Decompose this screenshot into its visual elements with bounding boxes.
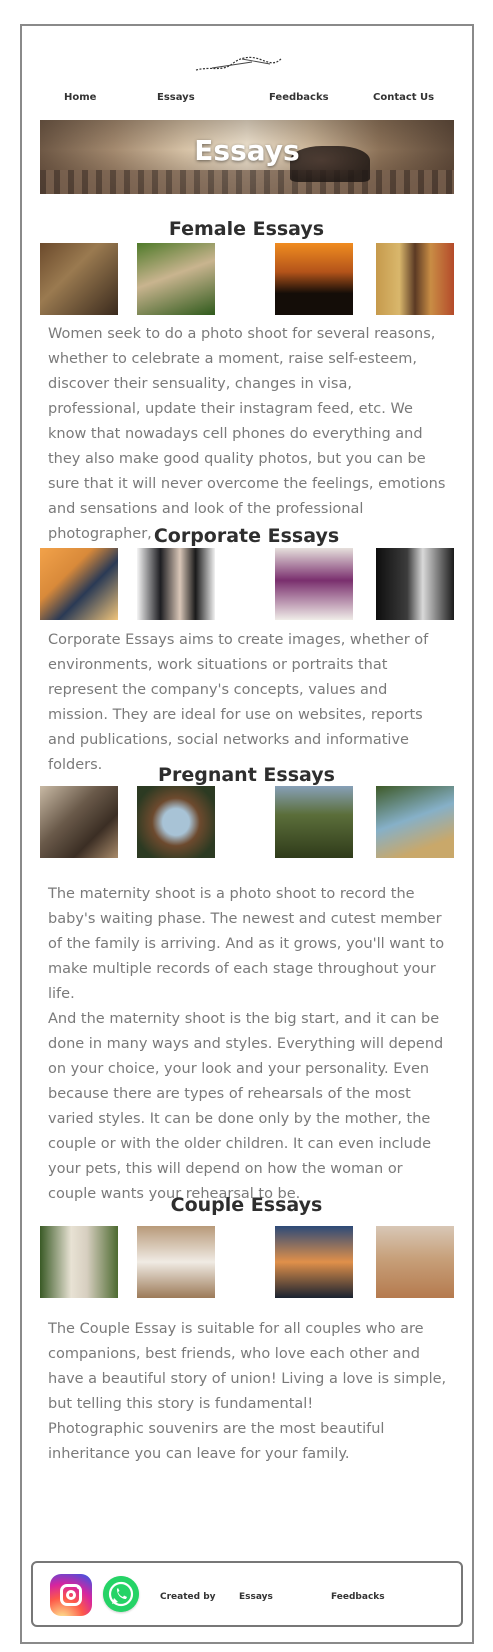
pregnant-couple-photo[interactable] [275,786,353,858]
footer-feedbacks-link[interactable]: Feedbacks [331,1592,385,1602]
hero-banner: Essays [40,120,454,194]
section-title-corporate: Corporate Essays [153,525,340,547]
pregnant-blue-dress-photo[interactable] [376,786,454,858]
nav-contact-link[interactable]: Contact Us [373,92,434,103]
silhouette-sunset-photo[interactable] [275,243,353,315]
section-text-corporate: Corporate Essays aims to create images, … [48,632,429,773]
businessman-portrait-photo[interactable] [376,548,454,620]
nav-home-link[interactable]: Home [64,92,96,103]
section-title-couple: Couple Essays [170,1194,323,1216]
business-couple-photo[interactable] [137,548,215,620]
businesswoman-portrait-photo[interactable] [40,548,118,620]
woman-at-doorway-photo[interactable] [376,243,454,315]
nav-essays-link[interactable]: Essays [157,92,195,103]
section-title-pregnant: Pregnant Essays [158,764,335,786]
nav-feedbacks-link[interactable]: Feedbacks [269,92,329,103]
photo-row-female [40,243,454,315]
woman-with-books-photo[interactable] [275,548,353,620]
instagram-icon[interactable] [50,1574,92,1616]
banner-title: Essays [194,134,300,167]
pregnant-on-railway-photo[interactable] [40,786,118,858]
main-nav: Home Essays Feedbacks Contact Us [0,92,493,110]
woman-in-field-photo[interactable] [40,243,118,315]
photo-row-corporate [40,548,454,620]
footer-created-by: Created by [160,1592,216,1602]
woman-in-hammock-photo[interactable] [137,243,215,315]
section-text-pregnant: The maternity shoot is a photo shoot to … [48,886,445,1202]
section-title-female: Female Essays [168,218,325,240]
couple-sitting-photo[interactable] [137,1226,215,1298]
section-text-couple: The Couple Essay is suitable for all cou… [48,1321,447,1462]
pregnant-flower-arch-photo[interactable] [137,786,215,858]
banner-railway-image [40,170,454,194]
whatsapp-icon[interactable] [103,1576,139,1612]
footer-essays-link[interactable]: Essays [239,1592,273,1602]
footer: Created by Essays Feedbacks [31,1561,463,1627]
section-text-female: Women seek to do a photo shoot for sever… [48,326,446,542]
photo-row-pregnant [40,786,454,858]
couple-sunset-lake-photo[interactable] [275,1226,353,1298]
photo-row-couple [40,1226,454,1298]
couple-walking-photo[interactable] [40,1226,118,1298]
couple-dirt-road-photo[interactable] [376,1226,454,1298]
logo-signature [195,56,283,71]
